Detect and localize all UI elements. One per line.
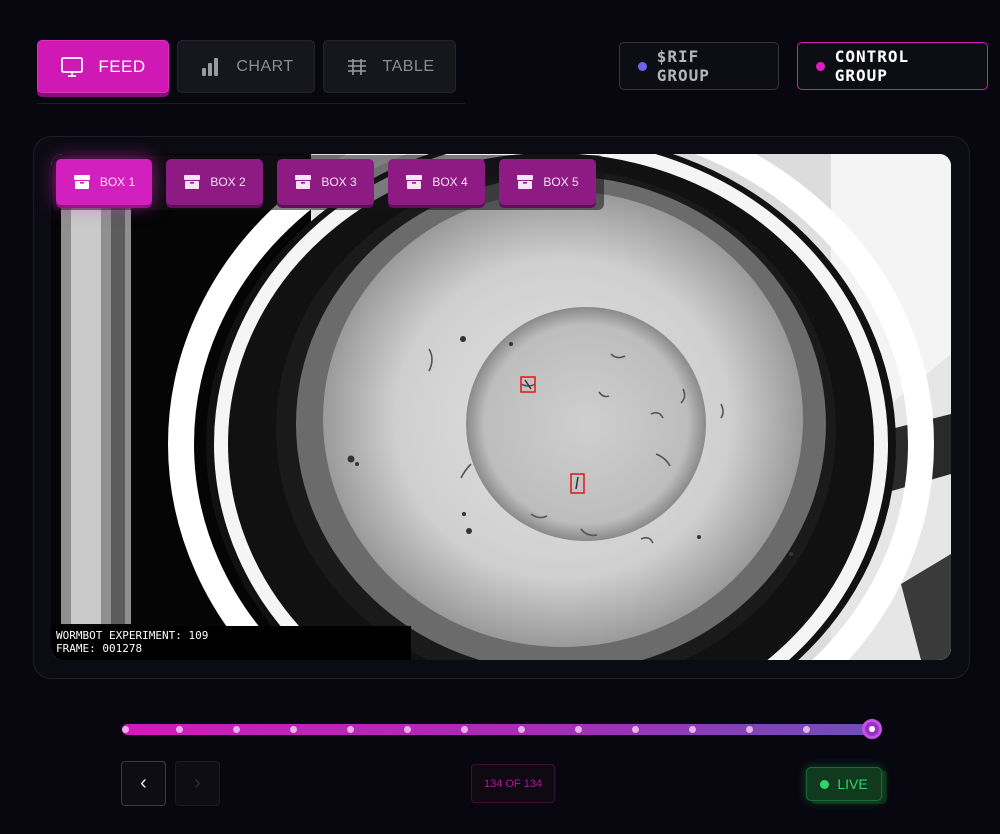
rif-group-dot [638,61,647,71]
feed-overlay-caption: WORMBOT EXPERIMENT: 109 FRAME: 001278 [51,626,411,660]
timeline-tick [347,726,354,733]
tab-feed-label: FEED [98,56,146,76]
rif-group-button[interactable]: $RIF GROUP [619,42,779,90]
box-icon [406,175,423,189]
control-group-button[interactable]: CONTROL GROUP [797,42,988,90]
timeline-tick [746,726,753,733]
view-tab-bar: FEED CHART TABLE [37,40,465,104]
box-tab-1[interactable]: BOX 1 [56,159,152,205]
timeline-handle[interactable] [862,719,882,739]
box-tab-3[interactable]: BOX 3 [277,159,374,205]
box-icon [517,175,534,189]
live-button[interactable]: LIVE [806,767,882,801]
chevron-left-icon: ‹ [140,772,147,794]
box-tab-label: BOX 5 [543,175,579,189]
timeline-tick [404,726,411,733]
timeline-tick [575,726,582,733]
camera-image [51,154,951,660]
box-tab-label: BOX 1 [99,175,136,189]
frame-label: FRAME: 001278 [56,642,143,655]
tab-table[interactable]: TABLE [323,40,456,93]
tab-chart[interactable]: CHART [177,40,315,93]
chevron-right-icon: › [194,772,201,794]
box-icon [184,175,201,189]
control-group-dot [816,61,825,71]
box-icon [73,175,90,189]
box-tab-4[interactable]: BOX 4 [388,159,485,205]
box-icon [295,175,312,189]
timeline-tick [176,726,183,733]
box-tab-2[interactable]: BOX 2 [166,159,263,205]
control-group-label: CONTROL GROUP [834,47,910,85]
experiment-label: WORMBOT EXPERIMENT: 109 [56,629,209,642]
frame-counter-text: 134 OF 134 [483,777,543,790]
live-indicator-dot [820,779,830,789]
tab-feed[interactable]: FEED [37,40,169,93]
box-tab-bar: BOX 1 BOX 2 BOX 3 BOX 4 BOX 5 [52,155,604,210]
live-label: LIVE [837,776,868,792]
timeline-tick [518,726,525,733]
camera-feed [51,154,951,660]
table-icon [347,58,366,75]
timeline-tick [122,726,129,733]
box-tab-label: BOX 4 [432,175,468,189]
previous-frame-button[interactable]: ‹ [121,761,166,806]
bar-chart-icon [202,57,219,76]
timeline-tick [233,726,240,733]
monitor-icon [61,56,84,77]
tab-chart-label: CHART [236,57,294,75]
frame-counter: 134 OF 134 [471,764,555,803]
timeline-tick [461,726,468,733]
timeline-tick [290,726,297,733]
frame-timeline-slider[interactable] [122,719,882,739]
rif-group-label: $RIF GROUP [656,47,710,85]
timeline-tick [803,726,810,733]
timeline-tick [689,726,696,733]
box-tab-5[interactable]: BOX 5 [499,159,596,205]
box-tab-label: BOX 3 [321,175,357,189]
box-tab-label: BOX 2 [210,175,246,189]
timeline-tick [632,726,639,733]
tab-table-label: TABLE [382,57,435,75]
next-frame-button[interactable]: › [175,761,220,806]
